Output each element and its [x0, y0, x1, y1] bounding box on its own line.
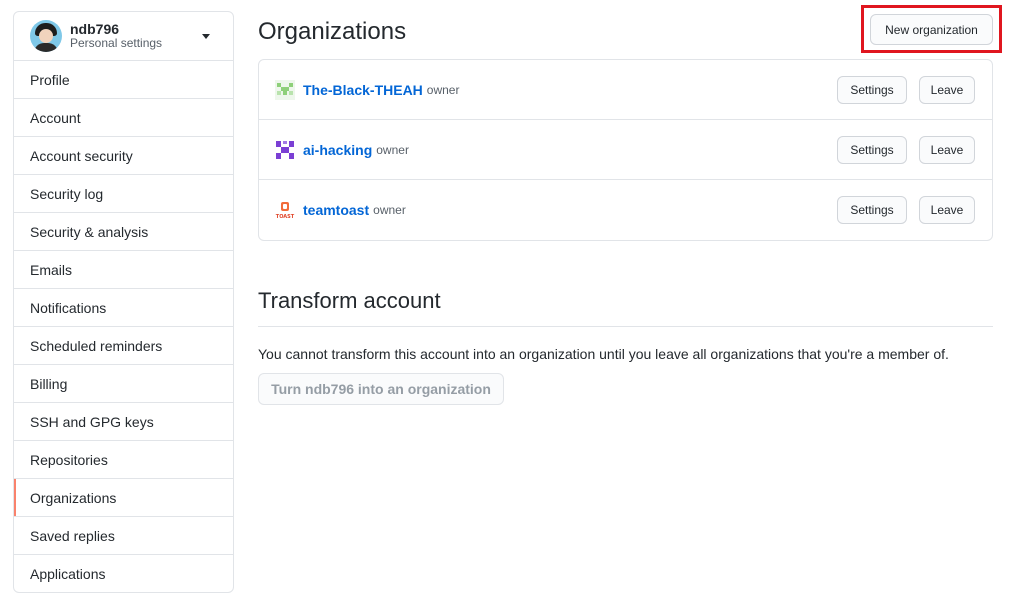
org-leave-button[interactable]: Leave: [919, 136, 975, 164]
settings-sidebar: ndb796 Personal settings Profile Account…: [13, 11, 234, 593]
org-name-link[interactable]: teamtoast: [303, 202, 369, 218]
toast-logo-icon: TOAST: [275, 200, 295, 220]
sidebar-item-repositories[interactable]: Repositories: [14, 441, 233, 479]
sidebar-item-billing[interactable]: Billing: [14, 365, 233, 403]
sidebar-item-scheduled-reminders[interactable]: Scheduled reminders: [14, 327, 233, 365]
user-avatar: [30, 20, 62, 52]
account-subtitle: Personal settings: [70, 36, 163, 51]
sidebar-item-security-log[interactable]: Security log: [14, 175, 233, 213]
sidebar-item-profile[interactable]: Profile: [14, 61, 233, 99]
transform-account-button[interactable]: Turn ndb796 into an organization: [258, 373, 504, 405]
org-role: owner: [426, 82, 460, 97]
account-username: ndb796: [70, 21, 120, 38]
org-leave-button[interactable]: Leave: [919, 76, 975, 104]
org-leave-button[interactable]: Leave: [919, 196, 975, 224]
main-content: Organizations New organization The-Black…: [258, 0, 1002, 405]
sidebar-item-ssh-gpg-keys[interactable]: SSH and GPG keys: [14, 403, 233, 441]
sidebar-item-emails[interactable]: Emails: [14, 251, 233, 289]
sidebar-item-saved-replies[interactable]: Saved replies: [14, 517, 233, 555]
organizations-header: Organizations New organization: [258, 0, 1002, 60]
org-name-link[interactable]: The-Black-THEAH: [303, 82, 423, 98]
org-identicon-icon: [275, 79, 295, 100]
sidebar-item-account[interactable]: Account: [14, 99, 233, 137]
transform-account-description: You cannot transform this account into a…: [258, 346, 949, 362]
page-title: Organizations: [258, 18, 407, 45]
organization-row: ai-hacking owner Settings Leave: [259, 120, 992, 180]
org-settings-button[interactable]: Settings: [837, 196, 907, 224]
account-info: ndb796 Personal settings: [70, 21, 162, 51]
chevron-down-icon[interactable]: [202, 34, 210, 39]
sidebar-item-security-analysis[interactable]: Security & analysis: [14, 213, 233, 251]
sidebar-item-notifications[interactable]: Notifications: [14, 289, 233, 327]
new-organization-button[interactable]: New organization: [870, 14, 993, 45]
toast-logo-text: TOAST: [276, 214, 295, 220]
sidebar-item-account-security[interactable]: Account security: [14, 137, 233, 175]
organization-row: The-Black-THEAH owner Settings Leave: [259, 60, 992, 120]
org-role: owner: [373, 203, 406, 217]
organization-row: TOAST teamtoast owner Settings Leave: [259, 180, 992, 240]
transform-account-title: Transform account: [258, 288, 993, 327]
organization-list: The-Black-THEAH owner Settings Leave ai-…: [258, 59, 993, 241]
org-settings-button[interactable]: Settings: [837, 136, 907, 164]
sidebar-item-organizations[interactable]: Organizations: [14, 479, 233, 517]
org-role: owner: [376, 142, 409, 157]
account-switcher[interactable]: ndb796 Personal settings: [14, 12, 233, 61]
org-name-link[interactable]: ai-hacking: [303, 142, 372, 158]
org-settings-button[interactable]: Settings: [837, 76, 907, 104]
org-identicon-icon: [275, 139, 295, 160]
sidebar-item-applications[interactable]: Applications: [14, 555, 233, 592]
